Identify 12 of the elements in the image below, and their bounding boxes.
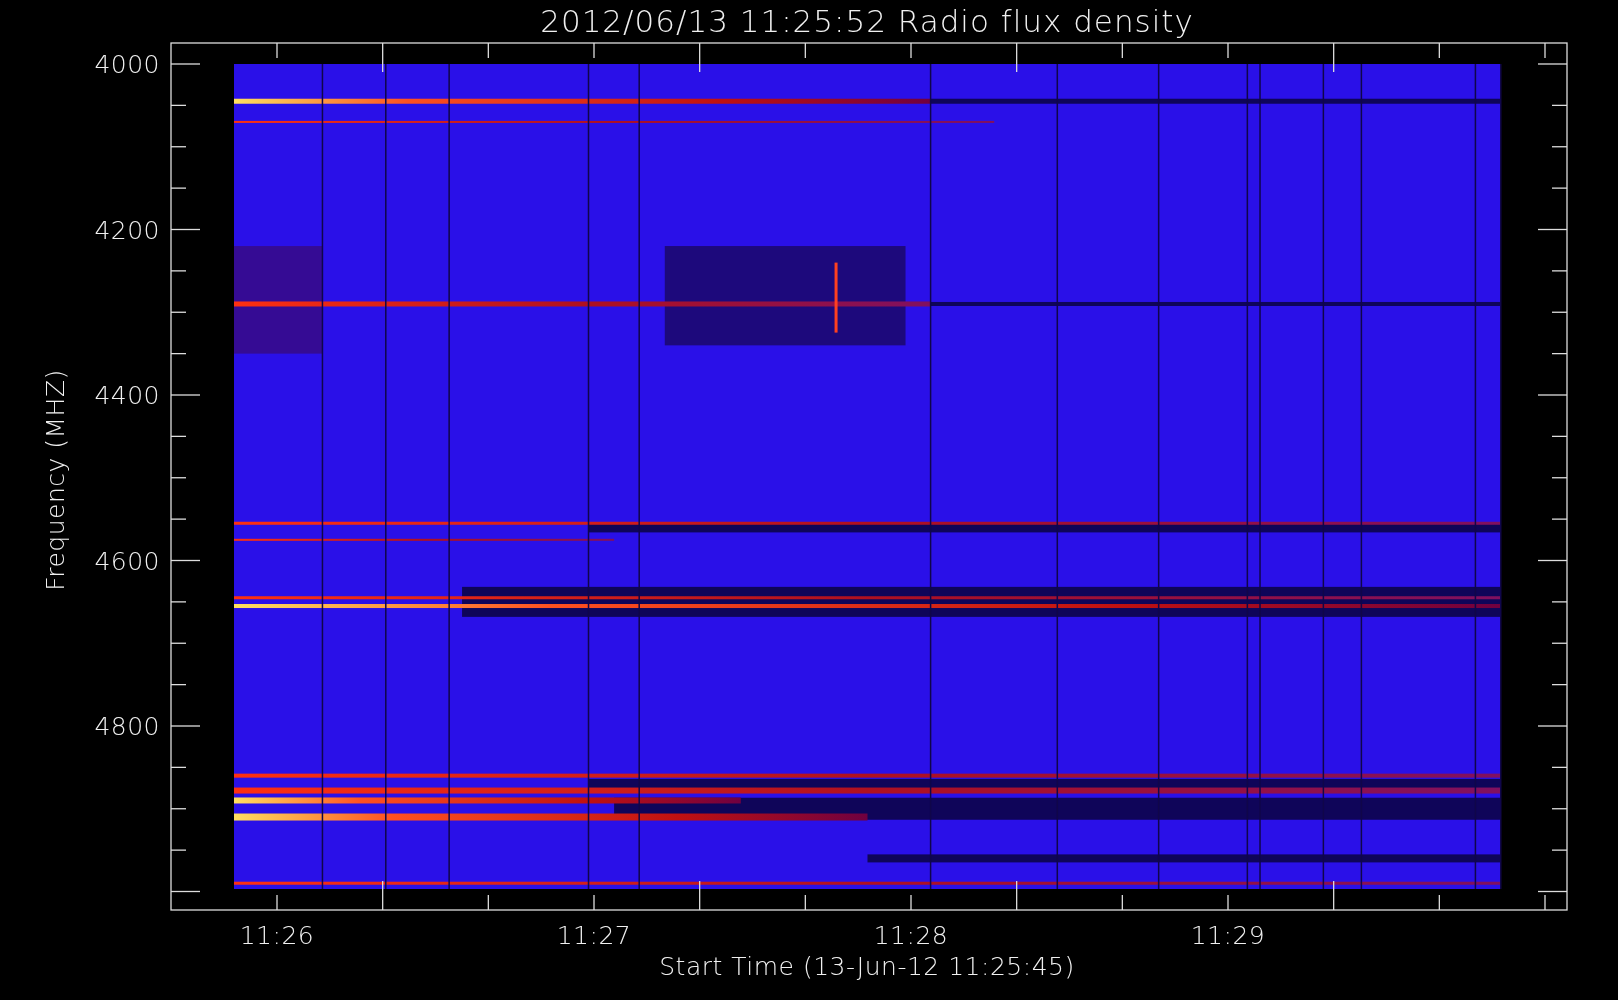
y-tick-label: 4400 <box>94 381 160 410</box>
x-tick-label: 11:26 <box>239 921 315 950</box>
y-tick-label: 4200 <box>94 215 160 245</box>
y-tick-label: 4000 <box>94 50 160 79</box>
x-tick-label: 11:27 <box>556 921 632 950</box>
chart-title: 2012/06/13 11:25:52 Radio flux density <box>540 3 1194 39</box>
y-axis-label: Frequency (MHZ) <box>41 369 70 591</box>
x-tick-label: 11:29 <box>1190 921 1266 950</box>
y-tick-label: 4800 <box>94 712 160 741</box>
x-tick-label: 11:28 <box>873 921 949 950</box>
x-axis-label: Start Time (13-Jun-12 11:25:45) <box>659 952 1075 981</box>
y-tick-label: 4600 <box>94 546 160 576</box>
